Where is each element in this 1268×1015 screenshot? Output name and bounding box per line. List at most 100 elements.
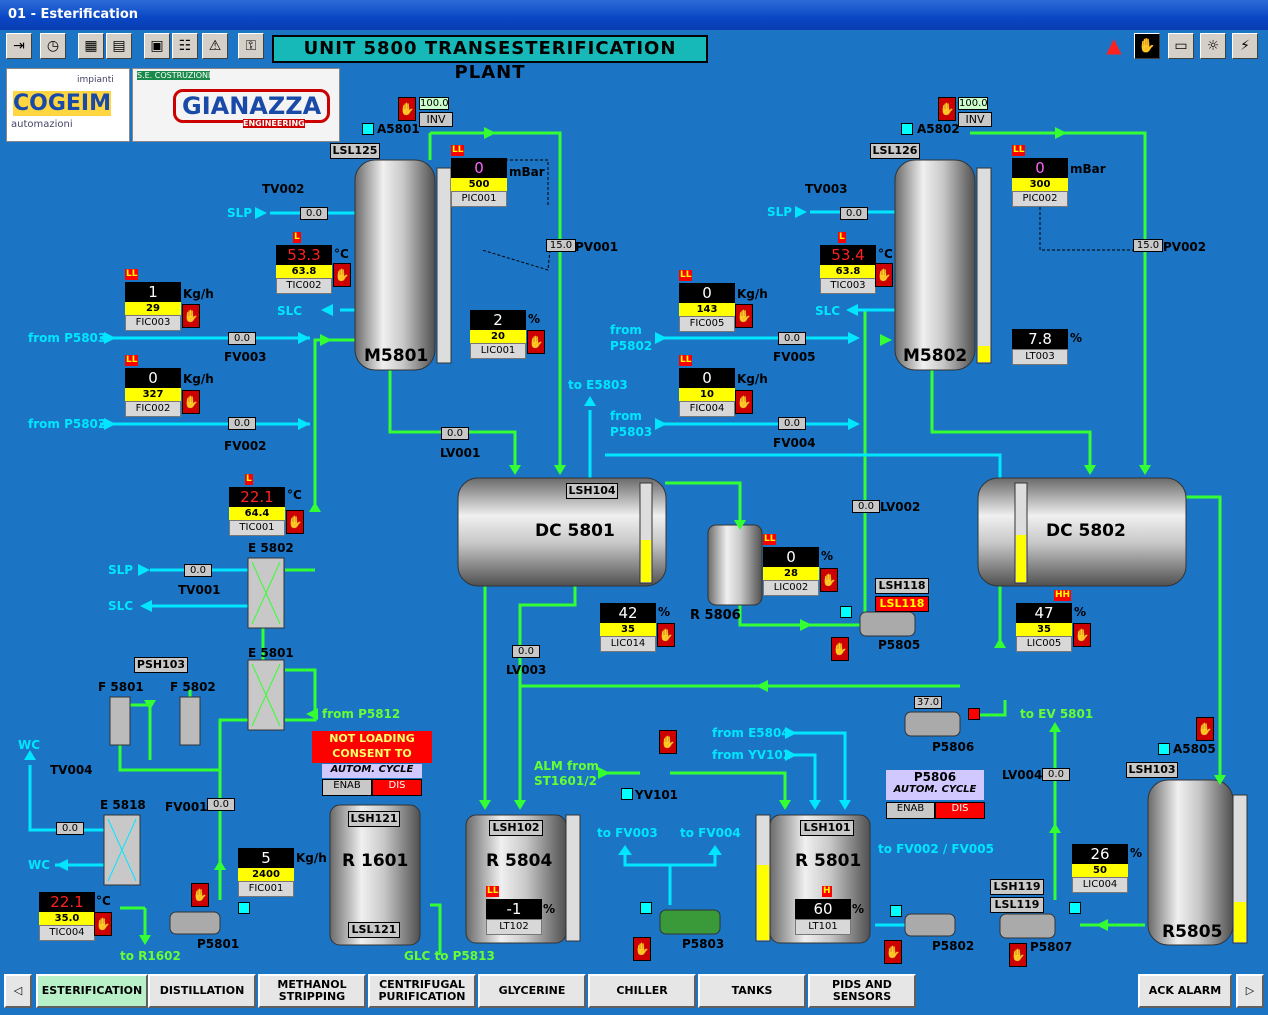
autom-cycle-title: AUTOM. CYCLE [322,764,422,778]
tic002-meter[interactable]: 53.3 63.8 TIC002 [276,245,332,294]
tv001-position[interactable]: 0.0 [184,564,212,577]
lic002-meter[interactable]: 0 28 LIC002 [763,547,819,596]
nav-chiller[interactable]: CHILLER [588,974,696,1008]
yv101-label: YV101 [635,788,679,802]
lic014-hand-icon[interactable]: ✋ [657,623,675,647]
nav-prev-icon[interactable]: ◁ [4,974,32,1008]
fic005-unit: Kg/h [737,287,768,301]
p5806-alarm-status [968,708,980,720]
slc-label-1: SLC [277,304,303,318]
m5801-label: M5801 [364,346,429,366]
nav-centrifugal-purification[interactable]: CENTRIFUGAL PURIFICATION [368,974,476,1008]
lv002-position[interactable]: 0.0 [852,500,880,513]
p5802-hand-icon[interactable]: ✋ [884,940,902,964]
lt101-meter[interactable]: 60 LT101 [795,899,851,935]
fic004-meter[interactable]: 0 10 FIC004 [679,368,735,417]
p5803-source-label: P5803 [610,425,653,439]
a5801-inv-button[interactable]: INV [419,112,453,127]
p5807-hand-icon[interactable]: ✋ [1009,943,1027,967]
tv004-position[interactable]: 0.0 [56,822,84,835]
r5804-label: R 5804 [486,851,553,871]
fic005-alarm: LL [679,270,693,281]
tic003-hand-icon[interactable]: ✋ [875,263,893,287]
a5801-label: A5801 [377,122,420,136]
p5805-label: P5805 [878,638,921,652]
lv004-position[interactable]: 0.0 [1042,768,1070,781]
p5806-enab-button[interactable]: ENAB [886,802,935,819]
a5802-stop-icon[interactable]: ✋ [938,97,956,121]
tic001-hand-icon[interactable]: ✋ [286,510,304,534]
tv002-position[interactable]: 0.0 [300,207,328,220]
p5806-dis-button[interactable]: DIS [935,802,985,819]
fic002-hand-icon[interactable]: ✋ [182,390,200,414]
lic014-meter[interactable]: 42 35 LIC014 [600,603,656,652]
fic005-hand-icon[interactable]: ✋ [735,304,753,328]
nav-esterification[interactable]: ESTERIFICATION [36,974,148,1008]
nav-glycerine[interactable]: GLYCERINE [478,974,586,1008]
fic003-hand-icon[interactable]: ✋ [182,304,200,328]
fv003-position[interactable]: 0.0 [228,332,256,345]
pic001-meter[interactable]: 0 500 PIC001 [451,158,507,207]
pv001-position[interactable]: 15.0 [546,239,576,252]
lt102-alarm: LL [486,886,500,897]
yv101-hand-icon[interactable]: ✋ [659,730,677,754]
tic002-hand-icon[interactable]: ✋ [333,263,351,287]
tic001-meter[interactable]: 22.1 64.4 TIC001 [229,487,285,536]
a5801-stop-icon[interactable]: ✋ [398,97,416,121]
tic004-hand-icon[interactable]: ✋ [94,912,112,936]
lic005-hand-icon[interactable]: ✋ [1073,623,1091,647]
r5801-label: R 5801 [795,851,862,871]
lic002-hand-icon[interactable]: ✋ [820,568,838,592]
nav-tanks[interactable]: TANKS [698,974,806,1008]
fic002-meter[interactable]: 0 327 FIC002 [125,368,181,417]
lt003-meter[interactable]: 7.8 LT003 [1012,329,1068,365]
p5803-pump [659,909,721,935]
tv003-position[interactable]: 0.0 [840,207,868,220]
fv005-position[interactable]: 0.0 [778,332,806,345]
slp-label-2: SLP [767,205,793,219]
fic001-meter[interactable]: 5 2400 FIC001 [238,848,294,897]
p5807-pump [999,913,1056,939]
slc-label-2: SLC [815,304,841,318]
to-e5803-label: to E5803 [568,378,628,392]
fic005-meter[interactable]: 0 143 FIC005 [679,283,735,332]
lt102-meter[interactable]: -1 LT102 [486,899,542,935]
pv002-position[interactable]: 15.0 [1133,239,1163,252]
p5801-hand-icon[interactable]: ✋ [191,883,209,907]
f5802-label: F 5802 [170,680,216,694]
p5806-speed[interactable]: 37.0 [914,696,942,709]
lic001-hand-icon[interactable]: ✋ [527,330,545,354]
fv004-position[interactable]: 0.0 [778,417,806,430]
tic004-meter[interactable]: 22.1 35.0 TIC004 [39,892,95,941]
a5802-inv-button[interactable]: INV [958,112,992,127]
p5805-hand-icon[interactable]: ✋ [831,637,849,661]
nav-next-icon[interactable]: ▷ [1236,974,1264,1008]
lv002-label: LV002 [880,500,921,514]
lv003-position[interactable]: 0.0 [512,645,540,658]
fic003-meter[interactable]: 1 29 FIC003 [125,282,181,331]
lv001-position[interactable]: 0.0 [441,427,469,440]
lic001-meter[interactable]: 2 20 LIC001 [470,310,526,359]
p5803-hand-icon[interactable]: ✋ [633,937,651,961]
a5802-label: A5802 [917,122,960,136]
fic004-hand-icon[interactable]: ✋ [735,390,753,414]
lic004-meter[interactable]: 26 50 LIC004 [1072,844,1128,893]
a5805-stop-icon[interactable]: ✋ [1196,717,1214,741]
p5803-status [640,902,652,914]
pic002-meter[interactable]: 0 300 PIC002 [1012,158,1068,207]
tic003-meter[interactable]: 53.4 63.8 TIC003 [820,245,876,294]
pic001-alarm: LL [451,145,465,156]
wc-label-2: WC [28,858,51,872]
nav-pids-and-sensors[interactable]: PIDS AND SENSORS [808,974,916,1008]
lic005-meter[interactable]: 47 35 LIC005 [1016,603,1072,652]
p5805-status [840,606,852,618]
fv001-position[interactable]: 0.0 [207,798,235,811]
nav-methanol-stripping[interactable]: METHANOL STRIPPING [258,974,366,1008]
nav-distillation[interactable]: DISTILLATION [148,974,256,1008]
yv101-status [621,788,633,800]
from-p5802-label: from P5802 [28,417,107,431]
ack-alarm-button[interactable]: ACK ALARM [1138,974,1232,1008]
autom-cycle-enab-button[interactable]: ENAB [322,779,372,796]
autom-cycle-dis-button[interactable]: DIS [372,779,422,796]
fv002-position[interactable]: 0.0 [228,417,256,430]
